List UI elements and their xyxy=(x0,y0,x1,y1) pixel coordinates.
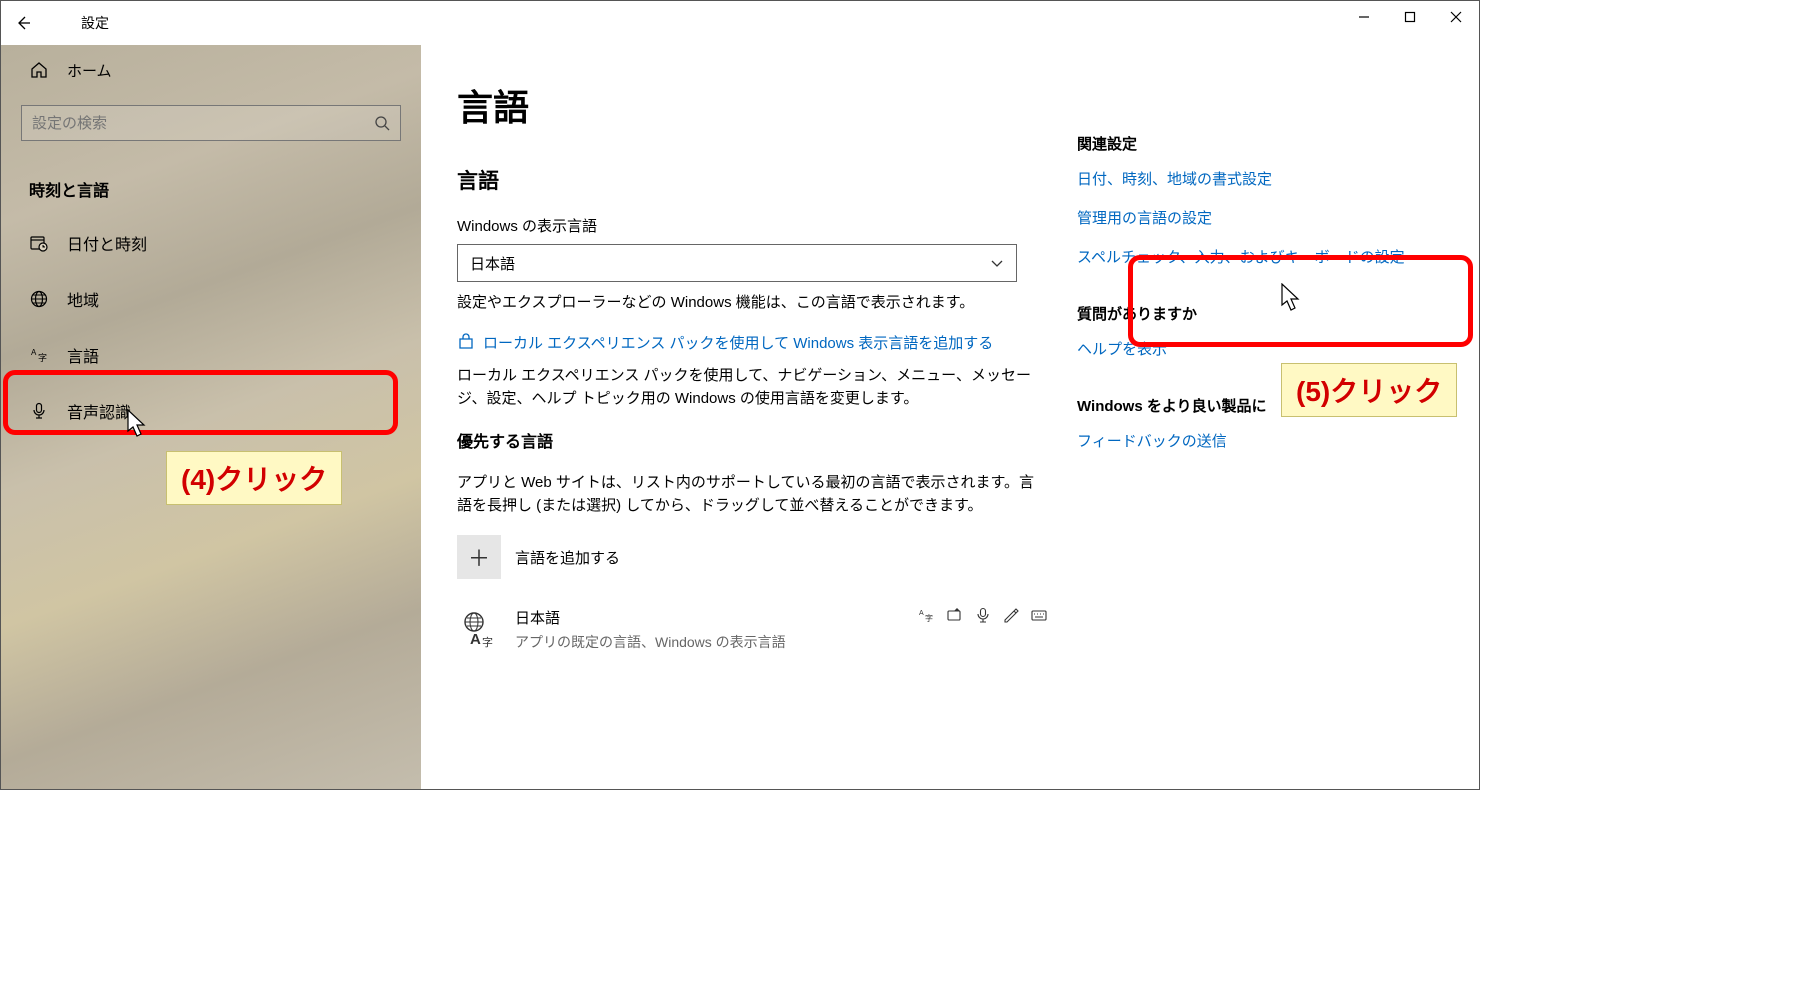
globe-icon xyxy=(29,289,49,309)
sidebar-item-region[interactable]: 地域 xyxy=(1,271,421,327)
window-controls xyxy=(1341,1,1479,33)
svg-text:字: 字 xyxy=(38,352,47,363)
sidebar-item-label: 日付と時刻 xyxy=(67,231,147,255)
display-language-desc: 設定やエクスプローラーなどの Windows 機能は、この言語で表示されます。 xyxy=(457,292,1047,315)
section-language-heading: 言語 xyxy=(457,165,1047,195)
chevron-down-icon xyxy=(990,256,1004,270)
related-settings-heading: 関連設定 xyxy=(1077,133,1459,154)
display-language-label: Windows の表示言語 xyxy=(457,215,1047,236)
speech-feature-icon xyxy=(975,607,991,623)
right-rail: 関連設定 日付、時刻、地域の書式設定 管理用の言語の設定 スペルチェック、入力、… xyxy=(1077,79,1459,789)
store-icon xyxy=(457,333,475,356)
language-entry-name: 日本語 xyxy=(515,607,786,628)
preferred-desc: アプリと Web サイトは、リスト内のサポートしている最初の言語で表示されます。… xyxy=(457,472,1047,517)
svg-text:字: 字 xyxy=(925,613,933,623)
close-icon xyxy=(1450,11,1462,23)
store-link[interactable]: ローカル エクスペリエンス パックを使用して Windows 表示言語を追加する xyxy=(457,333,1047,356)
search-icon xyxy=(374,115,390,131)
svg-text:A: A xyxy=(470,631,481,648)
home-icon xyxy=(29,60,49,80)
sidebar-category-header: 時刻と言語 xyxy=(1,163,421,215)
content: 言語 言語 Windows の表示言語 日本語 設定やエクスプローラーなどの W… xyxy=(421,45,1479,789)
svg-text:A: A xyxy=(919,610,924,617)
language-entry[interactable]: A字 日本語 アプリの既定の言語、Windows の表示言語 A字 xyxy=(457,607,1047,652)
store-link-text: ローカル エクスペリエンス パックを使用して Windows 表示言語を追加する xyxy=(483,333,993,356)
add-language-label: 言語を追加する xyxy=(515,547,620,568)
back-button[interactable] xyxy=(1,1,45,45)
displaylang-feature-icon: A字 xyxy=(919,607,935,623)
search-box[interactable] xyxy=(21,105,401,141)
svg-text:A: A xyxy=(31,348,37,357)
link-show-help[interactable]: ヘルプを表示 xyxy=(1077,338,1459,359)
sidebar-item-label: 音声認識 xyxy=(67,399,131,423)
language-entry-sub: アプリの既定の言語、Windows の表示言語 xyxy=(515,632,786,652)
nav-home-label: ホーム xyxy=(67,60,112,81)
language-glyph-icon: A字 xyxy=(457,607,501,651)
page-title: 言語 xyxy=(457,79,1047,131)
plus-icon: ＋ xyxy=(457,535,501,579)
calendar-clock-icon xyxy=(29,233,49,253)
preferred-heading: 優先する言語 xyxy=(457,428,1047,452)
titlebar: 設定 xyxy=(1,1,1479,45)
sidebar-item-date-time[interactable]: 日付と時刻 xyxy=(1,215,421,271)
display-language-value: 日本語 xyxy=(470,253,515,274)
microphone-icon xyxy=(29,401,49,421)
main-panel: 言語 言語 Windows の表示言語 日本語 設定やエクスプローラーなどの W… xyxy=(457,79,1047,789)
minimize-button[interactable] xyxy=(1341,1,1387,33)
layout: ホーム 時刻と言語 日付と時刻 地域 A字 言語 xyxy=(1,45,1479,789)
annotation-label-step5: (5)クリック xyxy=(1281,363,1457,417)
language-feature-icons: A字 xyxy=(919,607,1047,623)
handwriting-feature-icon xyxy=(1003,607,1019,623)
link-send-feedback[interactable]: フィードバックの送信 xyxy=(1077,430,1459,451)
arrow-left-icon xyxy=(15,15,31,31)
sidebar-item-label: 言語 xyxy=(67,343,99,367)
maximize-button[interactable] xyxy=(1387,1,1433,33)
store-desc: ローカル エクスペリエンス パックを使用して、ナビゲーション、メニュー、メッセー… xyxy=(457,365,1047,410)
link-admin-language[interactable]: 管理用の言語の設定 xyxy=(1077,207,1459,228)
display-language-select[interactable]: 日本語 xyxy=(457,244,1017,282)
link-date-region-format[interactable]: 日付、時刻、地域の書式設定 xyxy=(1077,168,1459,189)
maximize-icon xyxy=(1404,11,1416,23)
nav-home[interactable]: ホーム xyxy=(1,45,421,95)
window-title: 設定 xyxy=(81,13,109,33)
add-language-button[interactable]: ＋ 言語を追加する xyxy=(457,535,1047,579)
sidebar-item-language[interactable]: A字 言語 xyxy=(1,327,421,383)
question-heading: 質問がありますか xyxy=(1077,303,1459,324)
sidebar-item-speech[interactable]: 音声認識 xyxy=(1,383,421,439)
tts-feature-icon xyxy=(947,607,963,623)
keyboard-feature-icon xyxy=(1031,607,1047,623)
sidebar: ホーム 時刻と言語 日付と時刻 地域 A字 言語 xyxy=(1,45,421,789)
sidebar-item-label: 地域 xyxy=(67,287,99,311)
minimize-icon xyxy=(1358,11,1370,23)
search-input[interactable] xyxy=(32,115,374,132)
link-spell-input-keyboard[interactable]: スペルチェック、入力、およびキーボードの設定 xyxy=(1077,246,1459,267)
language-icon: A字 xyxy=(29,345,49,365)
svg-text:字: 字 xyxy=(482,635,493,648)
annotation-label-step4: (4)クリック xyxy=(166,451,342,505)
close-button[interactable] xyxy=(1433,1,1479,33)
language-entry-meta: 日本語 アプリの既定の言語、Windows の表示言語 xyxy=(515,607,786,652)
